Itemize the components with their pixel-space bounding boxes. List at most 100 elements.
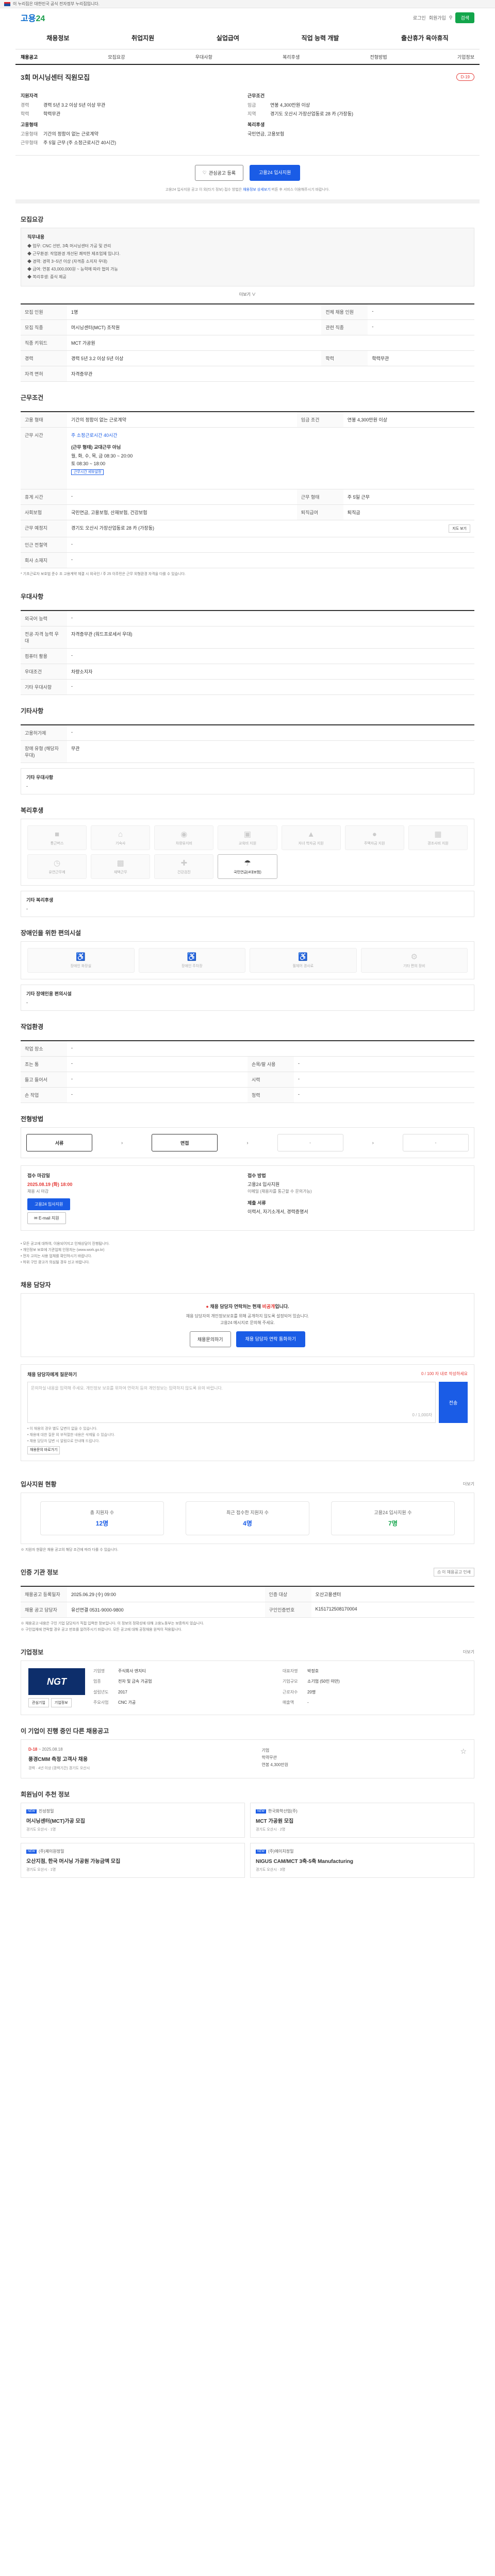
gnb-item-4[interactable]: 출산휴가 육아휴직	[401, 33, 449, 42]
gnb-item-0[interactable]: 채용정보	[46, 33, 69, 42]
apply-button[interactable]: 고용24 입사지원	[250, 165, 301, 181]
detail-tabs: 채용공고 모집요강 우대사항 복리후생 전형방법 기업정보	[15, 49, 480, 65]
insurance-icon: ☂	[244, 859, 251, 868]
env-table: 작업 장소 - 조는 통 - 손목/팔 사용 - 들고 들어서 - 시력 - 손 작업 - 청력 -	[21, 1040, 474, 1103]
company-info-button[interactable]: 기업정보	[51, 1698, 72, 1707]
gnb-item-3[interactable]: 직업 능력 개발	[302, 33, 339, 42]
laptop-icon: ▩	[117, 859, 124, 868]
recommend-card[interactable]: NEW (주)제이원정밀 오산지점, 한국 머시닝 가공원 가능금액 모집 경기도 오…	[21, 1843, 245, 1878]
print-icon: ⎙	[437, 1570, 441, 1574]
process-notes: • 모든 공고에 대하여, 이용되어지고 인재상담이 진행됩니다. • 개인정보…	[21, 1242, 110, 1264]
reg-heading: 인증 기관 정보	[21, 1569, 58, 1576]
health-icon: ✚	[180, 859, 188, 868]
map-button[interactable]: 지도 보기	[449, 524, 470, 533]
stats-more-link[interactable]: 더보기	[463, 1481, 474, 1487]
join-link[interactable]: 회원가입	[429, 14, 446, 21]
recommend-card[interactable]: NEW 한국화학산업(주) MCT 가공원 모집 경기도 오산시 · 2명	[250, 1803, 474, 1838]
call-button[interactable]: 채용 담당자 연락 통화하기	[236, 1331, 306, 1347]
welfare-item: ◉ 차량유지비	[154, 825, 214, 850]
cond-heading: 근무조건	[248, 93, 265, 98]
equipment-icon: ⚙	[410, 953, 418, 961]
access-item: ⚙ 기타 편의 장비	[360, 948, 468, 973]
alert-icon: ●	[206, 1304, 209, 1309]
contact-box: ● 채용 담당자 연락처는 현재 비공개입니다. 채용 담당자의 개인정보보호를…	[21, 1293, 474, 1357]
process-heading: 전형방법	[21, 1115, 44, 1123]
welfare-item: ✚ 건강검진	[154, 854, 214, 879]
gov-bar-text: 이 누리집은 대한민국 공식 전자정부 누리집입니다.	[13, 2, 100, 6]
welfare-grid: ■ 통근버스 ⌂ 기숙사 ◉ 차량유지비 ▣ 교육비 지원 ▲ 자녀 학자금 지원 ● 주택…	[21, 819, 474, 886]
gnb-item-1[interactable]: 취업지원	[131, 33, 154, 42]
more-button[interactable]: 더보기 ∨	[15, 286, 480, 298]
tab-welfare[interactable]: 복리후생	[283, 54, 300, 60]
toilet-icon: ♿	[76, 953, 86, 961]
job-summary: 지원자격 경력 경력 5년 3.2 이상 5년 이상 무관 학력 학력무관 고용형태…	[15, 85, 480, 156]
prefer-heading: 우대사항	[21, 593, 44, 600]
welfare-item: ● 주택자금 지원	[344, 825, 404, 850]
bus-icon: ■	[55, 829, 60, 839]
company-logo: NGT	[28, 1668, 85, 1695]
etc-extra-box: 기타 우대사항 -	[21, 768, 474, 794]
work-table: 고용 형태 기간의 정함이 없는 근로계약 임금 조건 연봉 4,300만원 이상 근…	[21, 411, 474, 568]
qna-box: 채용 담당자에게 질문하기 0 / 100 자 내로 작성하세요 문의하실 내용을…	[21, 1364, 474, 1461]
step-4: -	[402, 1134, 469, 1151]
cap-icon: ▲	[307, 829, 315, 839]
work-time-tag[interactable]: 근무시간 세부설정	[71, 469, 104, 475]
car-icon: ◉	[180, 830, 188, 839]
welfare-item: ▦ 경조사비 지원	[408, 825, 468, 850]
recommend-card[interactable]: NEW 진성정밀 머시닝센터(MCT)가공 모집 경기도 오산시 · 1명	[21, 1803, 245, 1838]
qna-link[interactable]: 채용문의 바로가기	[27, 1446, 60, 1454]
question-submit-button[interactable]: 전송	[439, 1382, 468, 1423]
tab-company[interactable]: 기업정보	[457, 54, 474, 60]
tab-process[interactable]: 전형방법	[370, 54, 387, 60]
recommend-card[interactable]: NEW (주)에이치정밀 NIGUS CAM/MCT 3축-5축 Manufactu…	[250, 1843, 474, 1878]
korea-flag-icon	[4, 2, 10, 6]
house-icon: ⌂	[118, 829, 123, 839]
stats-box: 총 지원자 수 12명 최근 접수한 지원자 수 4명 고용24 입사지원 수 7명	[21, 1493, 474, 1544]
tab-recruit[interactable]: 모집요강	[108, 54, 125, 60]
qual-heading: 지원자격	[21, 93, 38, 98]
question-textarea[interactable]: 문의하실 내용을 입력해 주세요. 개인정보 보호를 위하여 연락처 등의 개인…	[27, 1382, 436, 1423]
step-1: 서류	[26, 1134, 92, 1151]
process-apply-button[interactable]: 고용24 입사지원	[27, 1198, 71, 1210]
book-icon: ▣	[243, 830, 252, 839]
detail-link[interactable]: 채용정보 상세보기	[243, 188, 270, 192]
related-job-card[interactable]: D-18 ~ 2025.08.18 풍경CMM 측정 고객사 채용 경력 · 4…	[21, 1739, 474, 1778]
access-grid: ♿ 장애인 화장실 ♿ 장애인 주차장 ♿ 휠체어 경사로 ⚙ 기타 편의 장비	[21, 941, 474, 979]
apply-notice: 고용24 입사지원 공고 이 외(타기 정보) 접수 방법은 채용정보 상세보기…	[15, 185, 480, 204]
search-button[interactable]: 검색	[455, 12, 474, 23]
inquiry-button[interactable]: 채용문의하기	[189, 1331, 231, 1347]
gift-icon: ▦	[434, 830, 442, 839]
welfare-item: ▩ 재택근무	[91, 854, 151, 879]
company-more-link[interactable]: 더보기	[463, 1649, 474, 1655]
arrow-right-icon: ›	[246, 1140, 249, 1145]
search-icon[interactable]: ⚲	[449, 15, 453, 21]
work-heading: 근무조건	[21, 394, 44, 401]
access-item: ♿ 장애인 화장실	[27, 948, 135, 973]
fav-company-button[interactable]: 관심기업	[28, 1698, 49, 1707]
stat-card: 최근 접수한 지원자 수 4명	[186, 1501, 309, 1535]
contact-heading: 채용 담당자	[21, 1281, 51, 1289]
stat-card: 고용24 입사지원 수 7명	[331, 1501, 455, 1535]
env-heading: 작업환경	[21, 1023, 44, 1030]
heart-icon: ♡	[202, 170, 207, 175]
welfare-item: ■ 통근버스	[27, 825, 87, 850]
site-logo[interactable]: 고용24	[21, 11, 45, 24]
coin-icon: ●	[372, 829, 377, 839]
email-apply-button[interactable]: ✉ E-mail 지원	[27, 1212, 66, 1224]
welfare-heading: 복리후생	[21, 807, 44, 814]
arrow-right-icon: ›	[121, 1140, 123, 1145]
tab-prefer[interactable]: 우대사항	[195, 54, 212, 60]
related-heading: 이 기업이 진행 중인 다른 채용공고	[21, 1727, 109, 1735]
login-link[interactable]: 로그인	[413, 14, 426, 21]
print-button[interactable]: ⎙ 이 채용공고 인쇄	[434, 1568, 474, 1577]
bookmark-icon[interactable]: ☆	[460, 1747, 467, 1771]
welfare-item: ▲ 자녀 학자금 지원	[281, 825, 341, 850]
dday-badge: D-19	[456, 73, 474, 81]
process-flow: 서류 › 면접 › - › -	[21, 1127, 474, 1158]
welfare-extra-box: 기타 복리후생 -	[21, 891, 474, 917]
access-extra-box: 기타 장애인용 편의시설 -	[21, 985, 474, 1011]
welfare-item: ⌂ 기숙사	[91, 825, 151, 850]
tab-posting[interactable]: 채용공고	[21, 54, 38, 60]
gnb-item-2[interactable]: 실업급여	[217, 33, 239, 42]
scrap-button[interactable]: ♡ 관심공고 등록	[194, 165, 244, 181]
